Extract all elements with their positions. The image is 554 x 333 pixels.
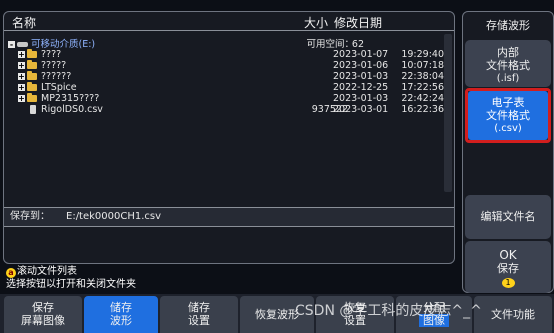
spreadsheet-button-line2: 文件格式 — [486, 109, 530, 122]
name-column-header: 名称 — [12, 16, 37, 30]
bottom-btn-line1: 储存 — [110, 301, 132, 314]
ok-label: OK — [499, 248, 517, 262]
help-line-2: 选择按钮以打开和关闭文件夹 — [6, 279, 136, 290]
internal-button-line3: (.isf) — [496, 73, 520, 84]
bottom-btn-line2: 设置 — [188, 314, 210, 327]
save-label: 保存 — [497, 262, 519, 275]
spreadsheet-file-format-button[interactable]: 电子表 文件格式 (.csv) — [468, 91, 548, 140]
folder-icon — [27, 82, 37, 91]
bottom-btn-line2: 屏幕图像 — [21, 314, 65, 327]
save-to-bar: 保存到： E:/tek0000CH1.csv — [4, 207, 454, 227]
bottom-btn-line2: 波形 — [110, 314, 132, 327]
bottom-btn-line1: 保存 — [32, 301, 54, 314]
file-list-header: 名称 大小 修改日期 — [4, 12, 454, 31]
file-utilities-button[interactable]: 文件功能 — [474, 296, 552, 333]
folder-icon — [27, 93, 37, 102]
file-list-scrollbar[interactable] — [444, 34, 452, 192]
edit-file-name-button[interactable]: 编辑文件名 — [465, 195, 551, 239]
help-line-1-text: 滚动文件列表 — [17, 266, 77, 277]
knob-1-badge-icon: 1 — [501, 278, 515, 288]
file-time: 16:22:36 — [401, 104, 444, 115]
spreadsheet-button-line1: 电子表 — [491, 96, 525, 109]
save-setup-button[interactable]: 储存 设置 — [160, 296, 238, 333]
expand-icon[interactable]: + — [18, 95, 25, 103]
save-screen-image-button[interactable]: 保存 屏幕图像 — [4, 296, 82, 333]
expand-icon[interactable]: + — [18, 51, 25, 59]
internal-button-line2: 文件格式 — [486, 59, 530, 72]
save-to-label: 保存到： — [10, 211, 50, 222]
folder-icon — [27, 49, 37, 58]
expand-icon[interactable]: + — [18, 84, 25, 92]
date-column-header: 修改日期 — [334, 16, 383, 30]
spreadsheet-button-line3: (.csv) — [494, 123, 522, 134]
file-icon — [30, 105, 36, 114]
save-to-path: E:/tek0000CH1.csv — [66, 211, 162, 222]
file-row[interactable]: RigolDS0.csv 937522 2023-03-01 16:22:36 — [4, 104, 444, 116]
folder-icon — [27, 60, 37, 69]
file-list[interactable]: - 可移动介质(E:) 可用空间： 62 + ???? 2023-01-07 1… — [4, 34, 444, 192]
csdn-watermark: CSDN @学工科的皮皮志^_^ — [295, 303, 482, 319]
usb-drive-icon — [17, 42, 28, 47]
multipurpose-knob-a-icon: a — [6, 268, 16, 278]
file-date: 2023-03-01 — [333, 104, 389, 115]
expand-icon[interactable]: + — [18, 62, 25, 70]
bottom-btn-line1: 储存 — [188, 301, 210, 314]
help-text: a 滚动文件列表 选择按钮以打开和关闭文件夹 — [6, 265, 446, 291]
help-line-1: a 滚动文件列表 — [6, 265, 446, 278]
expand-icon[interactable]: + — [18, 73, 25, 81]
internal-file-format-button[interactable]: 内部 文件格式 (.isf) — [465, 40, 551, 87]
collapse-icon[interactable]: - — [8, 41, 15, 49]
file-name: RigolDS0.csv — [41, 104, 103, 115]
internal-button-line1: 内部 — [497, 46, 519, 59]
side-menu-title: 存储波形 — [486, 19, 530, 32]
folder-icon — [27, 71, 37, 80]
size-column-header: 大小 — [304, 16, 329, 30]
ok-save-button[interactable]: OK 保存 1 — [465, 241, 551, 293]
save-waveform-button[interactable]: 储存 波形 — [84, 296, 158, 333]
